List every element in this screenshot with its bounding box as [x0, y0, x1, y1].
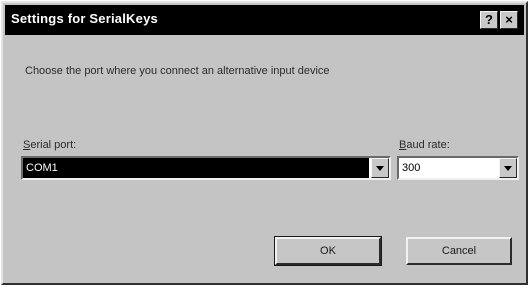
- chevron-down-icon[interactable]: [499, 158, 517, 178]
- instruction-text: Choose the port where you connect an alt…: [25, 65, 330, 77]
- cancel-button[interactable]: Cancel: [406, 237, 512, 265]
- chevron-down-icon[interactable]: [371, 158, 389, 178]
- close-icon[interactable]: ×: [500, 11, 518, 29]
- serial-port-label-text: erial port:: [30, 139, 77, 151]
- serial-port-value: COM1: [23, 158, 369, 178]
- ok-button[interactable]: OK: [274, 236, 382, 266]
- title-bar[interactable]: Settings for SerialKeys ? ×: [5, 5, 524, 35]
- baud-rate-label-text: aud rate:: [406, 139, 450, 151]
- serialkeys-settings-dialog: Settings for SerialKeys ? × Choose the p…: [1, 1, 528, 285]
- baud-rate-label: Baud rate:: [399, 139, 450, 151]
- baud-rate-dropdown[interactable]: 300: [397, 156, 519, 180]
- help-icon[interactable]: ?: [480, 11, 498, 29]
- baud-rate-value: 300: [402, 162, 421, 174]
- serial-port-dropdown[interactable]: COM1: [21, 156, 391, 180]
- window-title: Settings for SerialKeys: [11, 11, 158, 26]
- serial-port-label: Serial port:: [23, 139, 76, 151]
